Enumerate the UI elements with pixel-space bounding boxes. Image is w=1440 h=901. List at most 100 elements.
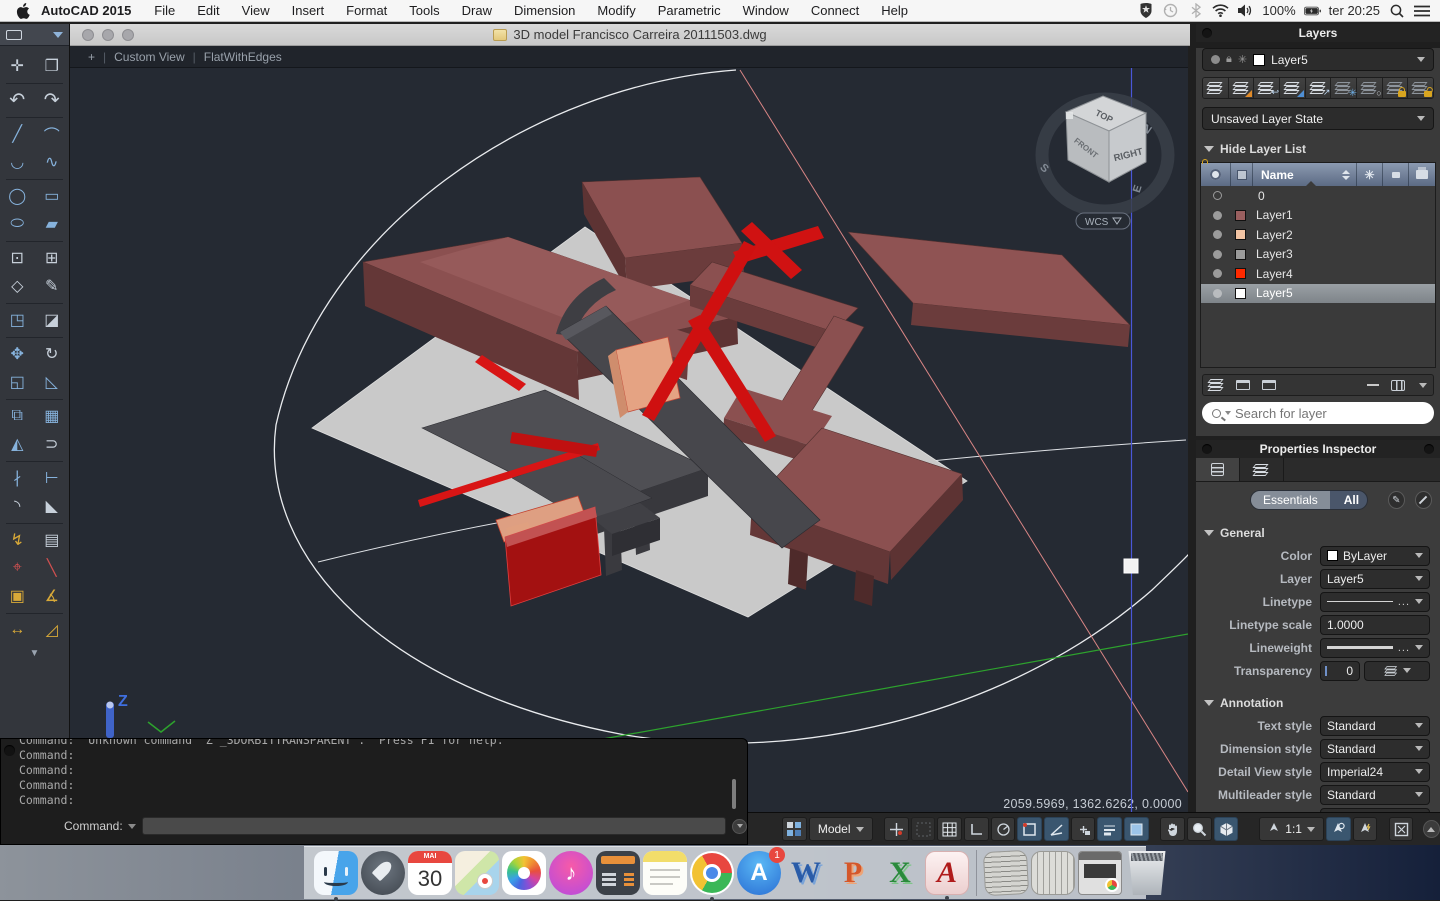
palette-handle-icon[interactable]	[4, 745, 15, 756]
dock-icon-itunes[interactable]: ♪	[549, 851, 593, 895]
dock-icon-screenshots[interactable]	[1031, 851, 1075, 895]
isolate-layer-button[interactable]: ○	[1357, 78, 1383, 98]
panel-close-icon[interactable]	[1202, 28, 1212, 38]
color-dropdown[interactable]: ByLayer	[1320, 545, 1430, 566]
palette-more-caret-icon[interactable]: ▼	[0, 644, 69, 659]
annotation-section-header[interactable]: Annotation	[1196, 682, 1440, 714]
object-snap-toggle[interactable]	[1017, 817, 1043, 841]
menu-connect[interactable]: Connect	[800, 0, 870, 22]
transparency-toggle[interactable]	[1124, 817, 1149, 841]
mirror-tool[interactable]: ◭	[3, 431, 31, 457]
command-input[interactable]	[141, 817, 727, 835]
chevron-down-icon[interactable]	[1419, 382, 1427, 388]
annotation-scale-button[interactable]: 1:1	[1259, 817, 1324, 841]
spotlight-icon[interactable]	[1388, 2, 1405, 19]
layer-visibility-icon[interactable]	[1213, 288, 1222, 298]
selection-grip[interactable]	[1123, 558, 1139, 574]
new-layer-button[interactable]	[1203, 78, 1229, 98]
segment-essentials[interactable]: Essentials	[1251, 491, 1330, 509]
layer-search[interactable]	[1202, 402, 1434, 424]
transparency-input[interactable]: 0	[1320, 660, 1360, 681]
columns-icon[interactable]	[1391, 379, 1405, 391]
fillet-tool[interactable]: ◝	[3, 493, 31, 519]
viewcube-right-face[interactable]	[1108, 112, 1147, 183]
tool-palette-header[interactable]	[0, 24, 69, 46]
arc-continue-tool[interactable]: ◡	[3, 149, 31, 175]
delete-layer-button[interactable]	[1228, 78, 1255, 98]
viewcube-top-face[interactable]	[1064, 95, 1148, 132]
box-3d-tool[interactable]: ◳	[3, 307, 31, 333]
menu-insert[interactable]: Insert	[281, 0, 336, 22]
menu-draw[interactable]: Draw	[451, 0, 503, 22]
layout-grid-button[interactable]	[782, 817, 807, 841]
linetype-scale-input[interactable]: 1.0000	[1320, 614, 1430, 635]
spline-tool[interactable]: ∿	[38, 149, 66, 175]
image-tool[interactable]: ▤	[38, 527, 66, 553]
viewport-add-button[interactable]: +	[88, 50, 95, 64]
layer-dropdown[interactable]: Layer5	[1320, 568, 1430, 589]
tab-properties[interactable]	[1196, 458, 1240, 481]
dock-icon-chrome[interactable]	[690, 851, 734, 901]
viewcube-front-face[interactable]	[1065, 111, 1110, 183]
copy-tool[interactable]: ⧉	[3, 403, 31, 429]
layer-color-swatch[interactable]	[1235, 268, 1246, 280]
redo-button[interactable]: ↷	[38, 87, 66, 113]
time-machine-icon[interactable]	[1162, 2, 1179, 19]
rectangle-tool[interactable]: ▭	[38, 183, 66, 209]
layer-state-dropdown[interactable]: Unsaved Layer State	[1202, 107, 1434, 130]
grid-dots-toggle[interactable]	[910, 817, 936, 841]
tag-tool[interactable]: ◇	[3, 273, 31, 299]
ucs-point-tool[interactable]: ✛	[3, 53, 31, 79]
layer-row-5-selected[interactable]: Layer5	[1201, 283, 1435, 303]
ucs-axis-tool[interactable]: ⌖	[3, 555, 31, 581]
menu-tools[interactable]: Tools	[398, 0, 450, 22]
menu-format[interactable]: Format	[335, 0, 398, 22]
viewcube-south[interactable]: S	[1037, 162, 1050, 176]
tag-edit-tool[interactable]: ✎	[38, 273, 66, 299]
dim-slope-tool[interactable]: ◿	[38, 617, 66, 643]
dock-icon-window-preview[interactable]	[1078, 851, 1122, 895]
layer-table-header[interactable]: Name ✳	[1201, 163, 1435, 187]
snap-mode-toggle[interactable]	[883, 817, 909, 841]
dock-icon-word[interactable]: W	[784, 851, 828, 895]
annotation-visibility-toggle[interactable]	[1325, 817, 1351, 841]
box-ball-tool[interactable]: ⊡	[3, 245, 31, 271]
dim-linear-tool[interactable]: ↔	[3, 617, 31, 643]
viewcube-toggle[interactable]	[1213, 817, 1239, 841]
transparency-bylayer-button[interactable]	[1364, 660, 1430, 681]
polar-tracking-toggle[interactable]	[990, 817, 1016, 841]
dock-icon-photos[interactable]	[502, 851, 546, 895]
circle-tool[interactable]: ◯	[3, 183, 31, 209]
command-options-caret-icon[interactable]	[127, 823, 136, 829]
model-space-button[interactable]: Model	[808, 817, 873, 841]
menu-file[interactable]: File	[143, 0, 186, 22]
dock-icon-maps[interactable]	[455, 851, 499, 895]
hide-layer-list-toggle[interactable]: Hide Layer List	[1196, 136, 1440, 160]
lineweight-dropdown[interactable]: ...	[1320, 637, 1430, 658]
layer-search-input[interactable]	[1235, 405, 1424, 421]
layer-row-2[interactable]: Layer2	[1201, 225, 1435, 245]
region-tool[interactable]: ▰	[38, 211, 66, 237]
menu-view[interactable]: View	[231, 0, 281, 22]
layer-visibility-icon[interactable]	[1213, 191, 1222, 201]
command-expand-button[interactable]	[732, 818, 747, 834]
construction-line-tool[interactable]: ╲	[38, 555, 66, 581]
quick-select-button[interactable]: ✎	[1387, 491, 1405, 509]
volume-icon[interactable]	[1237, 2, 1254, 19]
snap-references-toggle[interactable]	[1070, 817, 1096, 841]
eraser-tool[interactable]: ◪	[38, 307, 66, 333]
dock-icon-notes[interactable]	[643, 851, 687, 895]
app-menu-title[interactable]: AutoCAD 2015	[31, 0, 143, 22]
new-group-icon[interactable]	[1236, 380, 1250, 390]
layer-row-3[interactable]: Layer3	[1201, 245, 1435, 265]
dock-icon-documents[interactable]	[982, 849, 1030, 897]
visual-style-control[interactable]: FlatWithEdges	[204, 50, 282, 64]
panel-close-icon[interactable]	[1202, 444, 1212, 454]
osnap-tracking-toggle[interactable]	[1044, 817, 1069, 841]
clean-screen-button[interactable]	[1388, 817, 1414, 841]
dimension-style-dropdown[interactable]: Standard	[1320, 738, 1430, 759]
wcs-dropdown[interactable]: WCS	[1075, 212, 1131, 230]
make-current-layer-button[interactable]	[1280, 78, 1306, 98]
layer-row-1[interactable]: Layer1	[1201, 206, 1435, 226]
menu-modify[interactable]: Modify	[586, 0, 646, 22]
